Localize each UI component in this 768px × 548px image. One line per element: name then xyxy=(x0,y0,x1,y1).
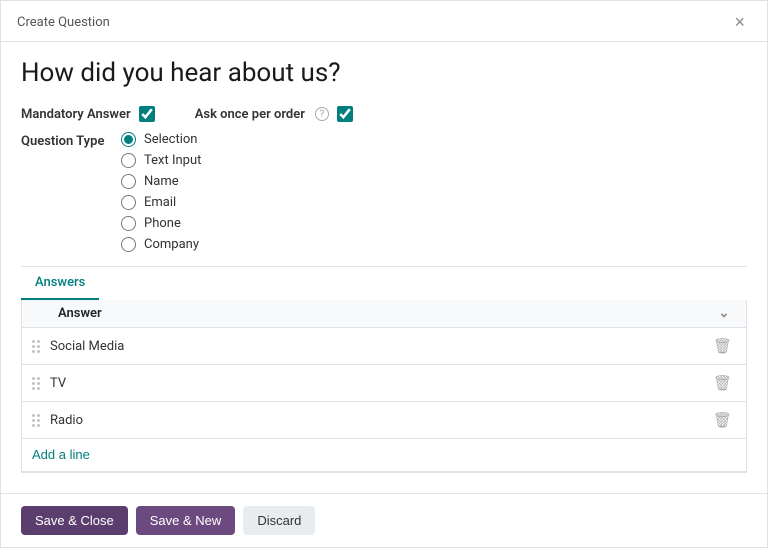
question-type-radio-group: Selection Text Input Name Email Phone xyxy=(121,132,201,252)
table-row: Radio 🗑 xyxy=(22,402,746,439)
add-line-row: Add a line xyxy=(22,439,746,472)
create-question-dialog: Create Question × How did you hear about… xyxy=(0,0,768,548)
radio-option-text-input[interactable]: Text Input xyxy=(121,153,201,168)
ask-once-label: Ask once per order xyxy=(195,107,305,122)
radio-label-company: Company xyxy=(144,237,199,252)
table-row: TV 🗑 xyxy=(22,365,746,402)
question-title: How did you hear about us? xyxy=(21,58,747,88)
save-new-button[interactable]: Save & New xyxy=(136,506,236,535)
delete-row-button[interactable]: 🗑 xyxy=(709,372,736,394)
tab-answers[interactable]: Answers xyxy=(21,267,99,300)
tabs-section: Answers Answer ⌄ Social Media xyxy=(21,266,747,473)
dialog-body: How did you hear about us? Mandatory Ans… xyxy=(1,42,767,493)
radio-option-selection[interactable]: Selection xyxy=(121,132,201,147)
options-row: Mandatory Answer Ask once per order ? xyxy=(21,106,747,122)
question-type-label: Question Type xyxy=(21,132,121,149)
radio-option-name[interactable]: Name xyxy=(121,174,201,189)
drag-handle[interactable] xyxy=(32,414,40,427)
mandatory-answer-label: Mandatory Answer xyxy=(21,107,131,122)
radio-label-email: Email xyxy=(144,195,176,210)
delete-row-button[interactable]: 🗑 xyxy=(709,335,736,357)
question-type-row: Question Type Selection Text Input Name … xyxy=(21,132,747,252)
close-button[interactable]: × xyxy=(728,11,751,33)
table-row: Social Media 🗑 xyxy=(22,328,746,365)
discard-button[interactable]: Discard xyxy=(243,506,315,535)
mandatory-answer-field: Mandatory Answer xyxy=(21,106,155,122)
ask-once-checkbox[interactable] xyxy=(337,106,353,122)
ask-once-field: Ask once per order ? xyxy=(195,106,353,122)
save-close-button[interactable]: Save & Close xyxy=(21,506,128,535)
answer-text: Social Media xyxy=(50,339,709,354)
add-line-button[interactable]: Add a line xyxy=(32,447,90,462)
dialog-footer: Save & Close Save & New Discard xyxy=(1,493,767,547)
delete-row-button[interactable]: 🗑 xyxy=(709,409,736,431)
dialog-title: Create Question xyxy=(17,15,110,30)
radio-label-selection: Selection xyxy=(144,132,197,147)
chevron-icon: ⌄ xyxy=(712,306,736,321)
table-header: Answer ⌄ xyxy=(22,300,746,328)
radio-option-phone[interactable]: Phone xyxy=(121,216,201,231)
answer-column-header: Answer xyxy=(58,306,712,321)
answer-text: TV xyxy=(50,376,709,391)
answer-text: Radio xyxy=(50,413,709,428)
mandatory-answer-checkbox[interactable] xyxy=(139,106,155,122)
radio-label-phone: Phone xyxy=(144,216,181,231)
drag-handle[interactable] xyxy=(32,340,40,353)
radio-label-name: Name xyxy=(144,174,179,189)
drag-handle[interactable] xyxy=(32,377,40,390)
ask-once-help-icon: ? xyxy=(315,107,329,121)
dialog-header: Create Question × xyxy=(1,1,767,42)
tabs-bar: Answers xyxy=(21,267,747,300)
radio-option-email[interactable]: Email xyxy=(121,195,201,210)
radio-label-text-input: Text Input xyxy=(144,153,201,168)
answers-table: Answer ⌄ Social Media 🗑 xyxy=(21,300,747,473)
radio-option-company[interactable]: Company xyxy=(121,237,201,252)
